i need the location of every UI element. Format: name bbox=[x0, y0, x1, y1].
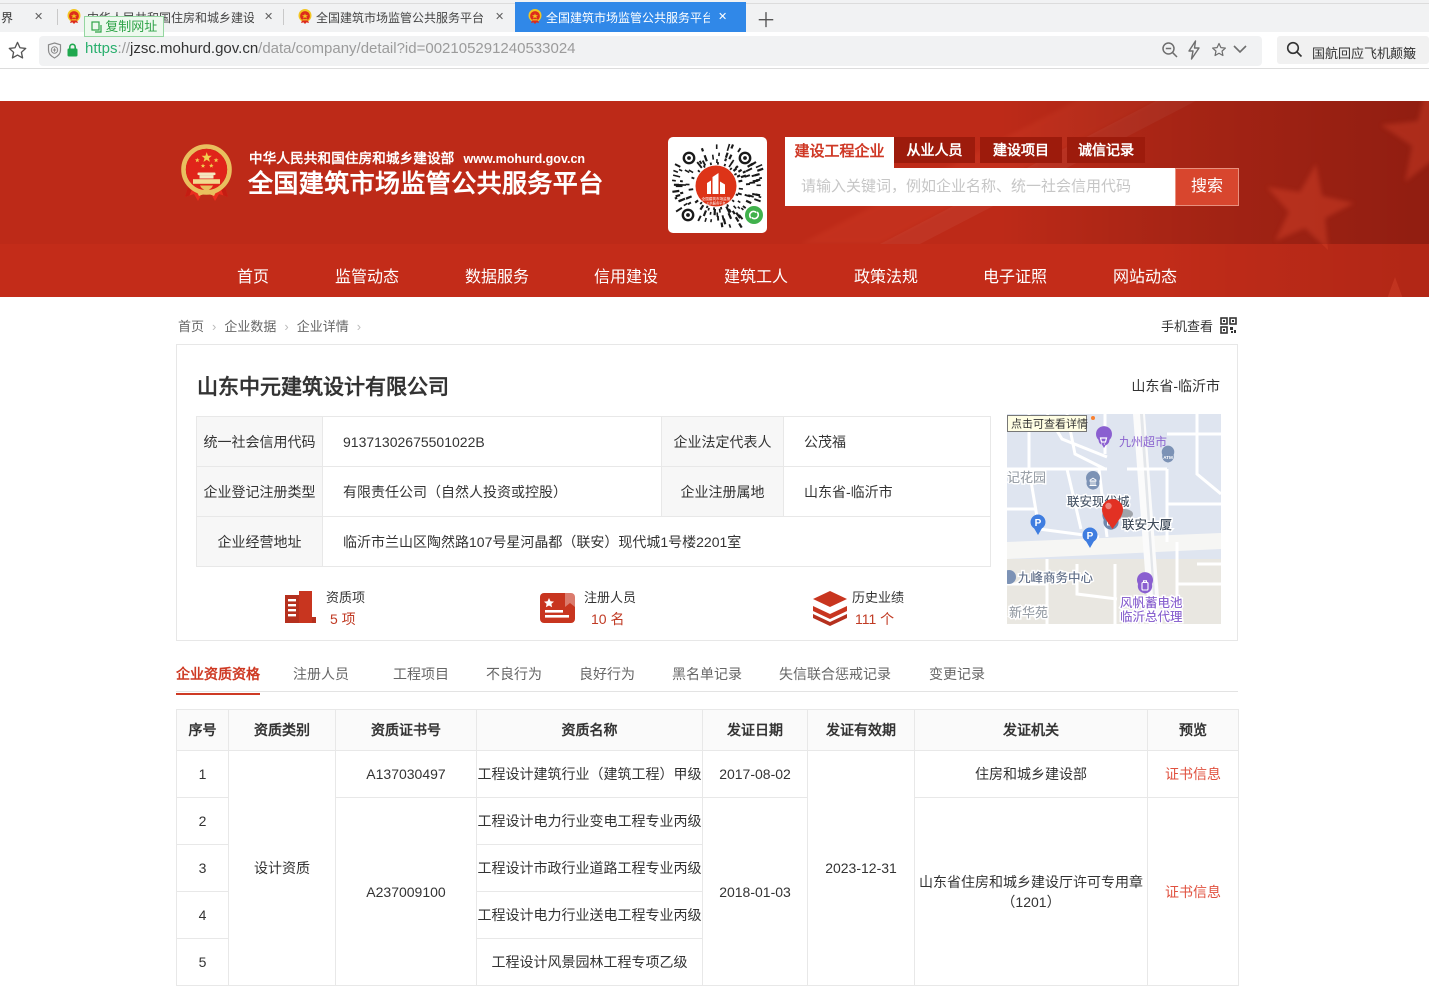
svg-text:公共服务平台: 公共服务平台 bbox=[706, 201, 725, 206]
svg-text:临沂总代理: 临沂总代理 bbox=[1120, 610, 1183, 624]
svg-text:ATM: ATM bbox=[1163, 455, 1173, 460]
svg-text:九州超市: 九州超市 bbox=[1119, 434, 1167, 449]
svg-text:全国建筑市场监管: 全国建筑市场监管 bbox=[702, 196, 731, 201]
svg-text:P: P bbox=[1087, 531, 1094, 542]
svg-text:记花园: 记花园 bbox=[1007, 470, 1046, 485]
svg-text:九峰商务中心: 九峰商务中心 bbox=[1018, 570, 1094, 585]
svg-text:联安大厦: 联安大厦 bbox=[1122, 517, 1172, 532]
svg-text:点击可查看详情: 点击可查看详情 bbox=[1011, 417, 1088, 431]
svg-text:风帆蓄电池: 风帆蓄电池 bbox=[1120, 595, 1183, 610]
svg-text:新华苑: 新华苑 bbox=[1009, 605, 1048, 620]
svg-text:P: P bbox=[1035, 518, 1042, 529]
